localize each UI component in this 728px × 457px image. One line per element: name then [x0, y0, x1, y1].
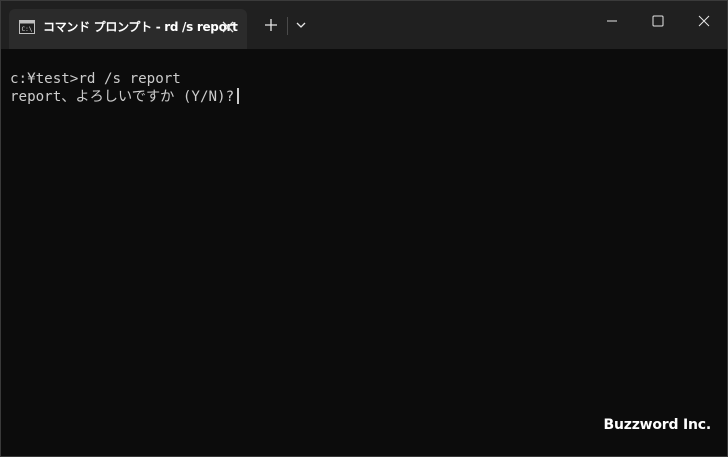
- tab-title: コマンド プロンプト - rd /s report: [43, 20, 238, 34]
- prompt-text: report、よろしいですか (Y/N)?: [10, 89, 235, 105]
- watermark: Buzzword Inc.: [603, 417, 712, 433]
- terminal-window: C:\ コマンド プロンプト - rd /s report c:¥test>rd…: [0, 0, 728, 457]
- close-icon: [698, 15, 710, 27]
- chevron-down-icon: [296, 22, 306, 28]
- plus-icon: [265, 19, 277, 31]
- window-close-button[interactable]: [681, 1, 727, 41]
- text-cursor: [237, 88, 239, 104]
- close-icon[interactable]: [221, 20, 235, 34]
- terminal-line-prompt: report、よろしいですか (Y/N)?: [10, 88, 239, 106]
- terminal-output[interactable]: c:¥test>rd /s report report、よろしいですか (Y/N…: [1, 49, 727, 456]
- title-bar[interactable]: C:\ コマンド プロンプト - rd /s report: [1, 1, 727, 49]
- tab-separator: [287, 17, 288, 35]
- maximize-button[interactable]: [635, 1, 681, 41]
- svg-text:C:\: C:\: [22, 26, 33, 33]
- maximize-icon: [652, 15, 664, 27]
- new-tab-button[interactable]: [259, 13, 283, 37]
- tab-dropdown-button[interactable]: [291, 13, 311, 37]
- minimize-icon: [607, 20, 617, 22]
- terminal-line-command: c:¥test>rd /s report: [10, 71, 181, 87]
- minimize-button[interactable]: [589, 1, 635, 41]
- tab-command-prompt[interactable]: C:\ コマンド プロンプト - rd /s report: [9, 9, 247, 49]
- cmd-icon: C:\: [19, 20, 35, 34]
